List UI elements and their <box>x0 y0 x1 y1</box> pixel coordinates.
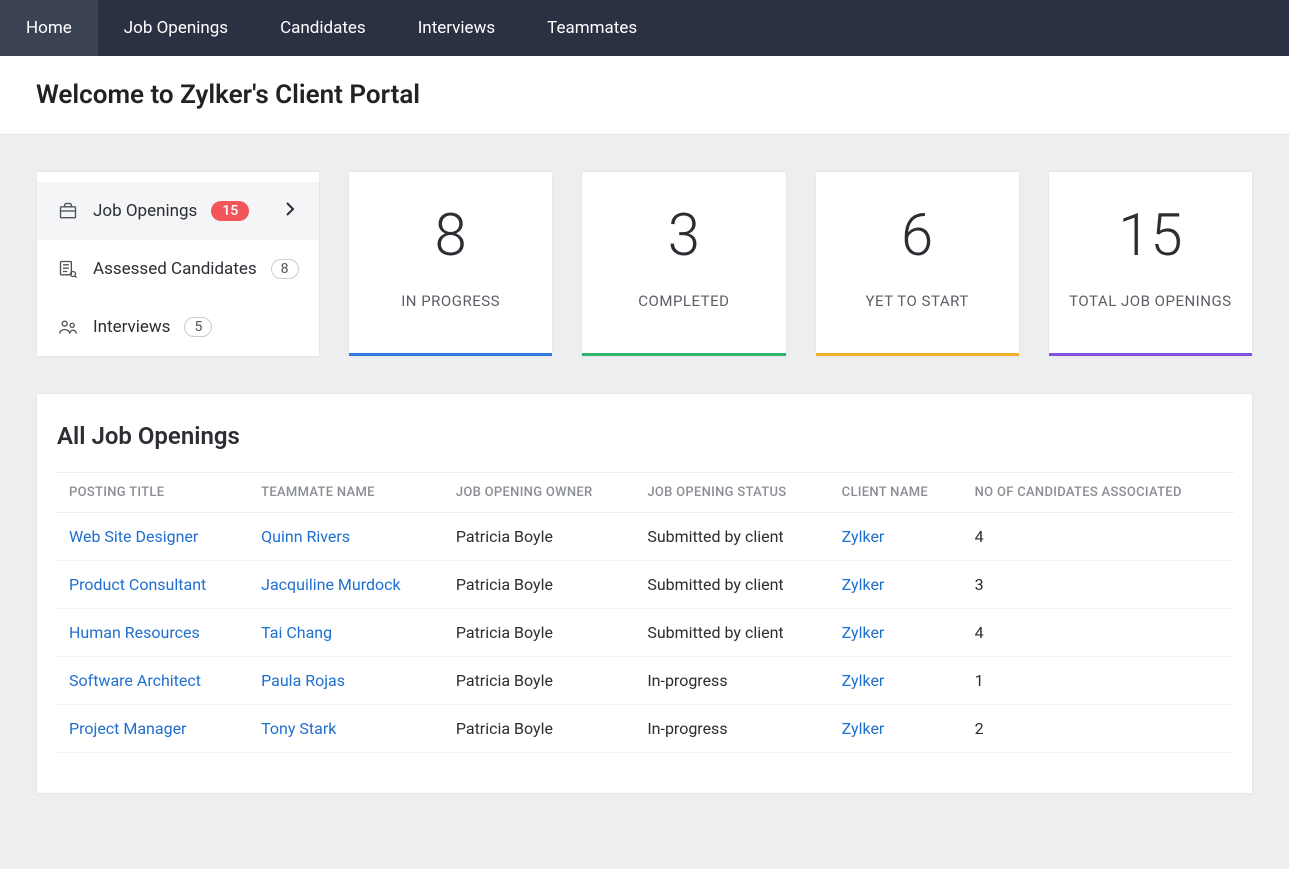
table-row[interactable]: Human Resources Tai Chang Patricia BoyleSu… <box>55 609 1234 657</box>
owner-cell: Patricia Boyle <box>442 657 633 705</box>
stat-underline <box>582 353 785 356</box>
posting-title-link[interactable]: Web Site Designer <box>69 527 198 546</box>
client-link[interactable]: Zylker <box>842 623 885 642</box>
col-client-name[interactable]: CLIENT NAME <box>828 473 961 513</box>
client-link[interactable]: Zylker <box>842 527 885 546</box>
stat-label: COMPLETED <box>592 290 775 313</box>
teammate-link[interactable]: Jacquiline Murdock <box>261 575 400 594</box>
table-row[interactable]: Software Architect Paula Rojas Patricia Bo… <box>55 657 1234 705</box>
stat-completed[interactable]: 3 COMPLETED <box>581 171 786 357</box>
page-header: Welcome to Zylker's Client Portal <box>0 56 1289 135</box>
stat-underline <box>349 353 552 356</box>
stat-underline <box>816 353 1019 356</box>
stat-value: 8 <box>359 202 542 270</box>
badge-interviews: 5 <box>184 317 212 337</box>
posting-title-link[interactable]: Software Architect <box>69 671 201 690</box>
table-title: All Job Openings <box>55 422 1234 450</box>
table-row[interactable]: Project Manager Tony Stark Patricia BoyleI… <box>55 705 1234 753</box>
page-title: Welcome to Zylker's Client Portal <box>36 80 1253 110</box>
owner-cell: Patricia Boyle <box>442 561 633 609</box>
stat-underline <box>1049 353 1252 356</box>
teammate-link[interactable]: Tony Stark <box>261 719 336 738</box>
col-job-opening-status[interactable]: JOB OPENING STATUS <box>633 473 827 513</box>
client-link[interactable]: Zylker <box>842 671 885 690</box>
sidebar-item-interviews[interactable]: Interviews 5 <box>37 298 319 356</box>
teammate-link[interactable]: Quinn Rivers <box>261 527 350 546</box>
candidates-cell: 2 <box>961 705 1234 753</box>
col-teammate-name[interactable]: TEAMMATE NAME <box>247 473 442 513</box>
sidebar-item-label: Interviews <box>93 317 170 337</box>
owner-cell: Patricia Boyle <box>442 513 633 561</box>
posting-title-link[interactable]: Human Resources <box>69 623 200 642</box>
sidebar-item-assessed-candidates[interactable]: Assessed Candidates 8 <box>37 240 319 298</box>
table-header-row: POSTING TITLE TEAMMATE NAME JOB OPENING … <box>55 473 1234 513</box>
stat-yet-to-start[interactable]: 6 YET TO START <box>815 171 1020 357</box>
nav-interviews[interactable]: Interviews <box>392 0 521 56</box>
teammate-link[interactable]: Tai Chang <box>261 623 332 642</box>
table-row[interactable]: Web Site Designer Quinn Rivers Patricia Bo… <box>55 513 1234 561</box>
status-cell: Submitted by client <box>633 609 827 657</box>
badge-job-openings: 15 <box>211 201 249 221</box>
col-candidates-associated[interactable]: NO OF CANDIDATES ASSOCIATED <box>961 473 1234 513</box>
people-icon <box>57 316 79 338</box>
posting-title-link[interactable]: Project Manager <box>69 719 186 738</box>
stat-value: 15 <box>1059 202 1242 270</box>
candidates-cell: 4 <box>961 513 1234 561</box>
nav-candidates[interactable]: Candidates <box>254 0 392 56</box>
sidebar-item-label: Job Openings <box>93 201 197 221</box>
top-nav: Home Job Openings Candidates Interviews … <box>0 0 1289 56</box>
candidates-cell: 3 <box>961 561 1234 609</box>
nav-teammates[interactable]: Teammates <box>521 0 663 56</box>
candidates-cell: 4 <box>961 609 1234 657</box>
nav-job-openings[interactable]: Job Openings <box>98 0 254 56</box>
teammate-link[interactable]: Paula Rojas <box>261 671 345 690</box>
stat-total-job-openings[interactable]: 15 TOTAL JOB OPENINGS <box>1048 171 1253 357</box>
status-cell: Submitted by client <box>633 513 827 561</box>
job-openings-table: POSTING TITLE TEAMMATE NAME JOB OPENING … <box>55 472 1234 753</box>
owner-cell: Patricia Boyle <box>442 609 633 657</box>
nav-home[interactable]: Home <box>0 0 98 56</box>
stat-in-progress[interactable]: 8 IN PROGRESS <box>348 171 553 357</box>
stat-label: TOTAL JOB OPENINGS <box>1059 290 1242 313</box>
briefcase-icon <box>57 200 79 222</box>
stat-label: YET TO START <box>826 290 1009 313</box>
assessed-icon <box>57 258 79 280</box>
chevron-right-icon <box>285 201 295 221</box>
posting-title-link[interactable]: Product Consultant <box>69 575 206 594</box>
client-link[interactable]: Zylker <box>842 575 885 594</box>
status-cell: In-progress <box>633 705 827 753</box>
status-cell: Submitted by client <box>633 561 827 609</box>
owner-cell: Patricia Boyle <box>442 705 633 753</box>
job-openings-table-card: All Job Openings POSTING TITLE TEAMMATE … <box>36 393 1253 794</box>
status-cell: In-progress <box>633 657 827 705</box>
table-row[interactable]: Product Consultant Jacquiline Murdock Patr… <box>55 561 1234 609</box>
stat-value: 3 <box>592 202 775 270</box>
candidates-cell: 1 <box>961 657 1234 705</box>
badge-assessed: 8 <box>271 259 299 279</box>
col-job-opening-owner[interactable]: JOB OPENING OWNER <box>442 473 633 513</box>
sidebar: Job Openings 15 Assessed Candidates 8 In… <box>36 171 320 357</box>
stat-value: 6 <box>826 202 1009 270</box>
sidebar-item-job-openings[interactable]: Job Openings 15 <box>37 182 319 240</box>
col-posting-title[interactable]: POSTING TITLE <box>55 473 247 513</box>
stats-row: 8 IN PROGRESS 3 COMPLETED 6 YET TO START… <box>348 171 1253 357</box>
client-link[interactable]: Zylker <box>842 719 885 738</box>
stat-label: IN PROGRESS <box>359 290 542 313</box>
sidebar-item-label: Assessed Candidates <box>93 259 257 279</box>
